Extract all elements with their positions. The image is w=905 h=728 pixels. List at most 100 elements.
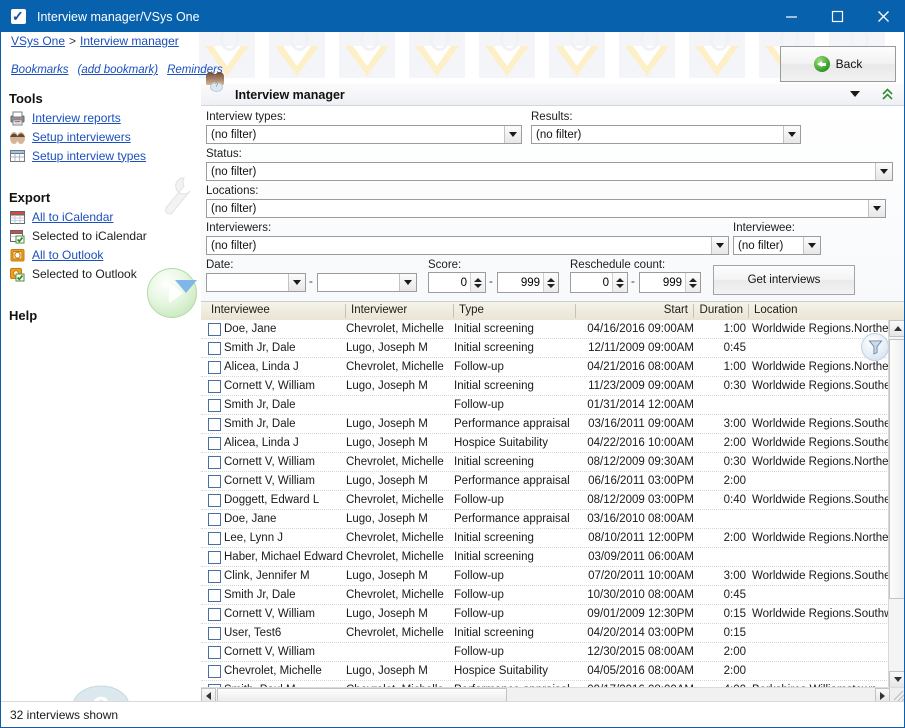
cell-location: Worldwide Regions.Southw [752, 608, 889, 620]
sidebar-item-setup-interview-types[interactable]: Setup interview types [9, 146, 197, 165]
row-checkbox[interactable] [208, 380, 221, 393]
sidebar-item-setup-interviewers[interactable]: Setup interviewers [9, 127, 197, 146]
reschedule-max-stepper[interactable]: 999 [639, 272, 701, 293]
table-row[interactable]: Cornett V, William Lugo, Joseph M Performa… [201, 472, 889, 491]
table-row[interactable]: Cornett V, William Lugo, Joseph M Initial … [201, 377, 889, 396]
cell-interviewee: Chevrolet, Michelle [224, 665, 322, 677]
table-row[interactable]: Clink, Jennifer M Lugo, Joseph M Follow-up… [201, 567, 889, 586]
reschedule-count-label: Reschedule count: [570, 259, 666, 271]
cell-duration [694, 512, 746, 526]
cell-start: 04/16/2016 09:00AM [587, 323, 694, 335]
add-bookmark-link[interactable]: (add bookmark) [78, 64, 159, 76]
table-row[interactable]: Cornett V, William Follow-up 12/30/2015 08… [201, 643, 889, 662]
table-row[interactable]: Smith Jr, Dale Lugo, Joseph M Initial scre… [201, 339, 889, 358]
report-printer-icon [9, 110, 26, 126]
table-row[interactable]: Alicea, Linda J Chevrolet, Michelle Follow… [201, 358, 889, 377]
table-row[interactable]: Chevrolet, Michelle Lugo, Joseph M Hospice… [201, 662, 889, 681]
row-checkbox[interactable] [208, 342, 221, 355]
chevron-down-icon[interactable] [868, 200, 885, 217]
row-checkbox[interactable] [208, 665, 221, 678]
column-header-start[interactable]: Start [576, 304, 694, 318]
get-interviews-button[interactable]: Get interviews [713, 265, 855, 295]
row-checkbox[interactable] [208, 513, 221, 526]
table-row[interactable]: Haber, Michael Edward Chevrolet, Michelle… [201, 548, 889, 567]
double-chevron-up-icon[interactable] [881, 87, 894, 104]
chevron-down-icon[interactable] [288, 274, 305, 291]
row-checkbox[interactable] [208, 418, 221, 431]
row-checkbox[interactable] [208, 627, 221, 640]
table-row[interactable]: Smith Jr, Dale Lugo, Joseph M Performance … [201, 415, 889, 434]
interview-types-select[interactable]: (no filter) [206, 125, 522, 144]
column-header-duration[interactable]: Duration [694, 304, 749, 318]
breadcrumb-current-link[interactable]: Interview manager [80, 34, 179, 48]
back-button[interactable]: Back [780, 46, 896, 82]
chevron-down-icon[interactable] [504, 126, 521, 143]
status-select[interactable]: (no filter) [206, 162, 893, 181]
chevron-down-icon[interactable] [711, 237, 728, 254]
row-checkbox[interactable] [208, 399, 221, 412]
cell-duration: 0:45 [723, 589, 746, 601]
sidebar-item-all-to-outlook[interactable]: All to Outlook [9, 245, 197, 264]
chevron-down-icon[interactable] [783, 126, 800, 143]
vertical-scroll-thumb[interactable] [889, 339, 904, 599]
row-checkbox[interactable] [208, 608, 221, 621]
score-max-stepper[interactable]: 999 [497, 272, 559, 293]
row-checkbox[interactable] [208, 532, 221, 545]
scroll-down-button[interactable] [889, 671, 904, 688]
interviewers-select[interactable]: (no filter) [206, 236, 729, 255]
maximize-button[interactable] [814, 1, 860, 32]
grid-vertical-scrollbar[interactable] [888, 320, 904, 688]
row-checkbox[interactable] [208, 494, 221, 507]
table-row[interactable]: Cornett V, William Lugo, Joseph M Follow-u… [201, 605, 889, 624]
table-row[interactable]: Doe, Jane Lugo, Joseph M Performance appra… [201, 510, 889, 529]
chevron-down-icon[interactable] [399, 274, 416, 291]
bookmarks-link[interactable]: Bookmarks [11, 64, 69, 76]
table-row[interactable]: Lee, Lynn J Chevrolet, Michelle Initial sc… [201, 529, 889, 548]
table-row[interactable]: Smith Jr, Dale Chevrolet, Michelle Follow-… [201, 586, 889, 605]
row-checkbox[interactable] [208, 646, 221, 659]
minimize-button[interactable] [768, 1, 814, 32]
date-from-input[interactable] [206, 273, 306, 292]
export-arrow-icon [147, 268, 197, 321]
scroll-up-button[interactable] [889, 320, 904, 337]
column-header-type[interactable]: Type [454, 304, 576, 318]
column-header-location[interactable]: Location [749, 304, 904, 318]
row-checkbox[interactable] [208, 570, 221, 583]
table-row[interactable]: Doe, Jane Chevrolet, Michelle Initial scre… [201, 320, 889, 339]
sidebar-item-interview-reports[interactable]: Interview reports [9, 108, 197, 127]
cell-location: Worldwide Regions.Northe [752, 532, 889, 544]
column-header-interviewee[interactable]: Interviewee [206, 304, 346, 318]
row-checkbox[interactable] [208, 589, 221, 602]
row-checkbox[interactable] [208, 323, 221, 336]
stepper-arrows-icon[interactable] [612, 273, 627, 292]
breadcrumb-root-link[interactable]: VSys One [11, 34, 65, 48]
stepper-arrows-icon[interactable] [685, 273, 700, 292]
funnel-filter-icon[interactable] [861, 333, 889, 361]
row-checkbox[interactable] [208, 456, 221, 469]
column-header-interviewer[interactable]: Interviewer [346, 304, 454, 318]
date-to-input[interactable] [317, 273, 417, 292]
table-row[interactable]: Cornett V, William Chevrolet, Michelle Ini… [201, 453, 889, 472]
locations-select[interactable]: (no filter) [206, 199, 886, 218]
row-checkbox[interactable] [208, 551, 221, 564]
row-checkbox[interactable] [208, 475, 221, 488]
results-select[interactable]: (no filter) [531, 125, 801, 144]
interviewee-select[interactable]: (no filter) [733, 236, 821, 255]
sidebar-item-selected-to-icalendar[interactable]: Selected to iCalendar [9, 226, 197, 245]
row-checkbox[interactable] [208, 437, 221, 450]
chevron-down-icon[interactable] [875, 163, 892, 180]
table-row[interactable]: Smith Jr, Dale Follow-up 01/31/2014 12:00A… [201, 396, 889, 415]
table-row[interactable]: User, Test6 Chevrolet, Michelle Initial sc… [201, 624, 889, 643]
help-triangle-icon [175, 280, 197, 293]
row-checkbox[interactable] [208, 361, 221, 374]
score-min-stepper[interactable]: 0 [428, 272, 486, 293]
chevron-down-icon[interactable] [803, 237, 820, 254]
stepper-arrows-icon[interactable] [543, 273, 558, 292]
table-row[interactable]: Alicea, Linda J Lugo, Joseph M Hospice Sui… [201, 434, 889, 453]
reschedule-min-stepper[interactable]: 0 [570, 272, 628, 293]
table-row[interactable]: Doggett, Edward L Chevrolet, Michelle Foll… [201, 491, 889, 510]
caret-down-icon[interactable] [850, 91, 860, 97]
stepper-arrows-icon[interactable] [470, 273, 485, 292]
cell-interviewee: Lee, Lynn J [224, 532, 284, 544]
close-button[interactable] [860, 1, 904, 32]
